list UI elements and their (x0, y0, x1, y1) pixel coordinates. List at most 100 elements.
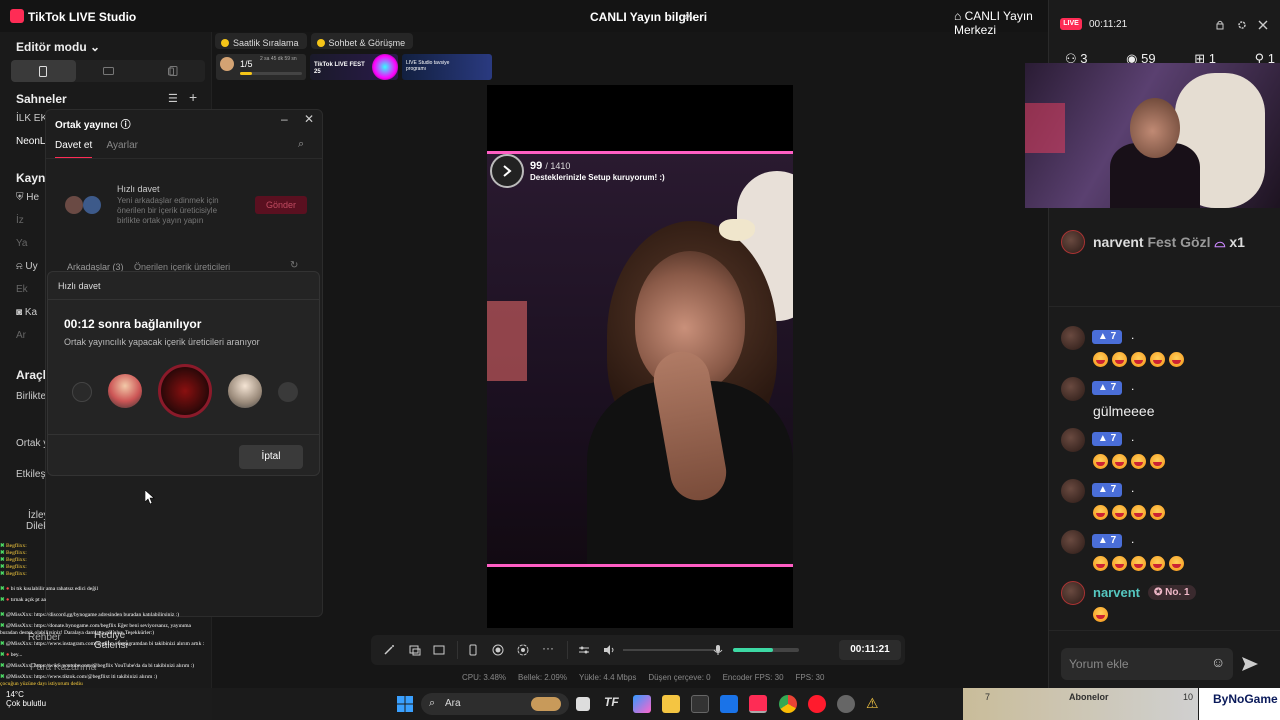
rank-badge-label: No. 1 (1165, 587, 1190, 598)
bynogame-label: ByNoGame (1213, 692, 1278, 706)
chat-username[interactable]: narvent (1093, 585, 1140, 600)
emoji-icon[interactable]: ☺ (1211, 654, 1225, 670)
editor-mode-dropdown[interactable]: Editör modu ⌄ (16, 40, 100, 54)
warning-icon[interactable]: ⚠ (866, 695, 884, 713)
comment-input[interactable]: Yorum ekle ☺ (1061, 648, 1233, 680)
sliders-icon[interactable] (578, 644, 590, 656)
replay-icon[interactable] (517, 644, 529, 656)
close-icon[interactable]: ✕ (304, 112, 314, 126)
cohost-tabs: Davet et Ayarlar (55, 140, 138, 159)
divider (48, 434, 319, 435)
search-highlight-art (531, 697, 561, 711)
goal-bar (240, 72, 302, 75)
share-icon[interactable] (682, 9, 694, 21)
rank-badge: ✪ No. 1 (1148, 585, 1196, 600)
layers-icon[interactable] (409, 644, 421, 656)
steam-icon[interactable] (837, 695, 855, 713)
list-icon[interactable]: ☰ (168, 92, 178, 105)
avatar-highlighted (158, 364, 212, 418)
chat-meet-chip[interactable]: Sohbet & Görüşme (310, 33, 414, 49)
live-timer: 00:11:21 (839, 640, 901, 660)
source-item[interactable]: Ya (16, 238, 28, 249)
goal-banner[interactable]: 1/5 2 sa 45 dk 59 sn (216, 54, 306, 80)
top-gift-message: narvent Fest Gözl ⌓ x1 (1093, 234, 1245, 251)
chrome-icon[interactable] (779, 695, 797, 713)
top-gift-user[interactable]: narvent (1093, 234, 1144, 250)
live-center-link[interactable]: ⌂ CANLI Yayın Merkezi (954, 9, 1048, 37)
mic-level-slider[interactable] (733, 648, 799, 652)
record-icon[interactable] (492, 644, 504, 656)
orientation-switch (11, 60, 205, 82)
hourly-rank-chip[interactable]: Saatlik Sıralama (215, 33, 307, 49)
laughing-emoji-icon (1093, 556, 1108, 571)
volume-slider[interactable] (623, 649, 719, 651)
lock-icon[interactable] (1215, 20, 1225, 30)
weather-widget[interactable]: 14°C Çok bulutlu (6, 690, 46, 708)
message-text: . (1131, 379, 1135, 393)
modal-header: Hızlı davet (58, 281, 101, 291)
emoji-message (1093, 607, 1108, 622)
cancel-button[interactable]: İptal (239, 445, 303, 469)
gear-icon[interactable] (1237, 20, 1247, 30)
live-fest-banner[interactable]: TikTok LIVE FEST 25 (310, 54, 398, 80)
phone-portrait-icon (39, 65, 48, 77)
tab-settings[interactable]: Ayarlar (106, 140, 138, 151)
laughing-emoji-icon (1093, 454, 1108, 469)
scene-item-neon[interactable]: NeonL (16, 136, 45, 147)
dual-mode-button[interactable] (140, 60, 205, 82)
medal-icon: ✪ (1154, 587, 1166, 598)
minimize-icon[interactable]: – (281, 112, 288, 126)
refresh-icon[interactable]: ↻ (290, 260, 298, 271)
source-item[interactable]: ⍾ Uy (16, 261, 38, 272)
bynogame-logo: ByNoGame (1199, 688, 1280, 720)
microphone-icon[interactable] (712, 644, 724, 656)
send-button[interactable]: Gönder (255, 196, 307, 214)
more-icon[interactable]: ··· (542, 641, 554, 655)
laughing-emoji-icon (1112, 556, 1127, 571)
studio-program-banner[interactable]: LIVE Studio tavsiye programı (402, 54, 492, 80)
close-icon[interactable] (1258, 20, 1268, 30)
source-item[interactable]: Ek (16, 284, 28, 295)
scene-item-first[interactable]: İLK EK (16, 113, 47, 124)
background-light (487, 301, 527, 381)
divider (457, 641, 458, 659)
copilot-icon[interactable] (633, 695, 651, 713)
source-item[interactable]: Ar (16, 330, 26, 341)
taskbar-search[interactable]: ⌕ Ara (421, 693, 569, 715)
portrait-mode-button[interactable] (11, 60, 76, 82)
upload-stat: Yükle: 4.4 Mbps (578, 673, 637, 682)
mic-level-fill (733, 648, 773, 652)
stream-preview[interactable]: 99 / 1410 Desteklerinizle Setup kuruyoru… (487, 85, 793, 628)
source-item[interactable]: ◙ Ka (16, 307, 37, 318)
phone-icon[interactable] (467, 644, 479, 656)
level-number: 7 (1110, 331, 1117, 342)
task-view-icon[interactable] (576, 697, 590, 711)
magic-wand-icon[interactable] (383, 644, 395, 656)
avatar (1061, 230, 1085, 254)
tab-invite[interactable]: Davet et (55, 140, 93, 159)
calculator-icon[interactable] (691, 695, 709, 713)
screen-icon[interactable] (433, 644, 445, 656)
cohost-tool[interactable]: Ortak y (16, 438, 48, 449)
tiktok-live-studio-taskbar-icon[interactable] (749, 695, 767, 713)
help-icon[interactable]: ⓘ (121, 120, 131, 131)
top-banners: 1/5 2 sa 45 dk 59 sn TikTok LIVE FEST 25… (216, 54, 506, 80)
speaker-icon[interactable] (603, 644, 615, 656)
goal-bar-fill (240, 72, 252, 75)
folder-icon[interactable] (662, 695, 680, 713)
send-icon[interactable] (1241, 655, 1259, 673)
bell-icon: ⍾ (16, 261, 26, 272)
emoji-message (1093, 454, 1165, 469)
mail-icon[interactable] (720, 695, 738, 713)
search-icon[interactable]: ⌕ (298, 138, 304, 151)
source-item[interactable]: İz (16, 215, 24, 226)
landscape-mode-button[interactable] (76, 60, 141, 82)
laughing-emoji-icon (1131, 352, 1146, 367)
opera-icon[interactable] (808, 695, 826, 713)
add-scene-icon[interactable]: + (189, 89, 197, 105)
tf-app-icon[interactable]: TF (604, 695, 622, 713)
overlay-chat-line: ✖ ● bey... (0, 652, 23, 658)
source-item[interactable]: ⛨ He (16, 192, 39, 203)
editor-mode-label: Editör modu (16, 40, 87, 54)
windows-start-icon[interactable] (397, 696, 413, 712)
